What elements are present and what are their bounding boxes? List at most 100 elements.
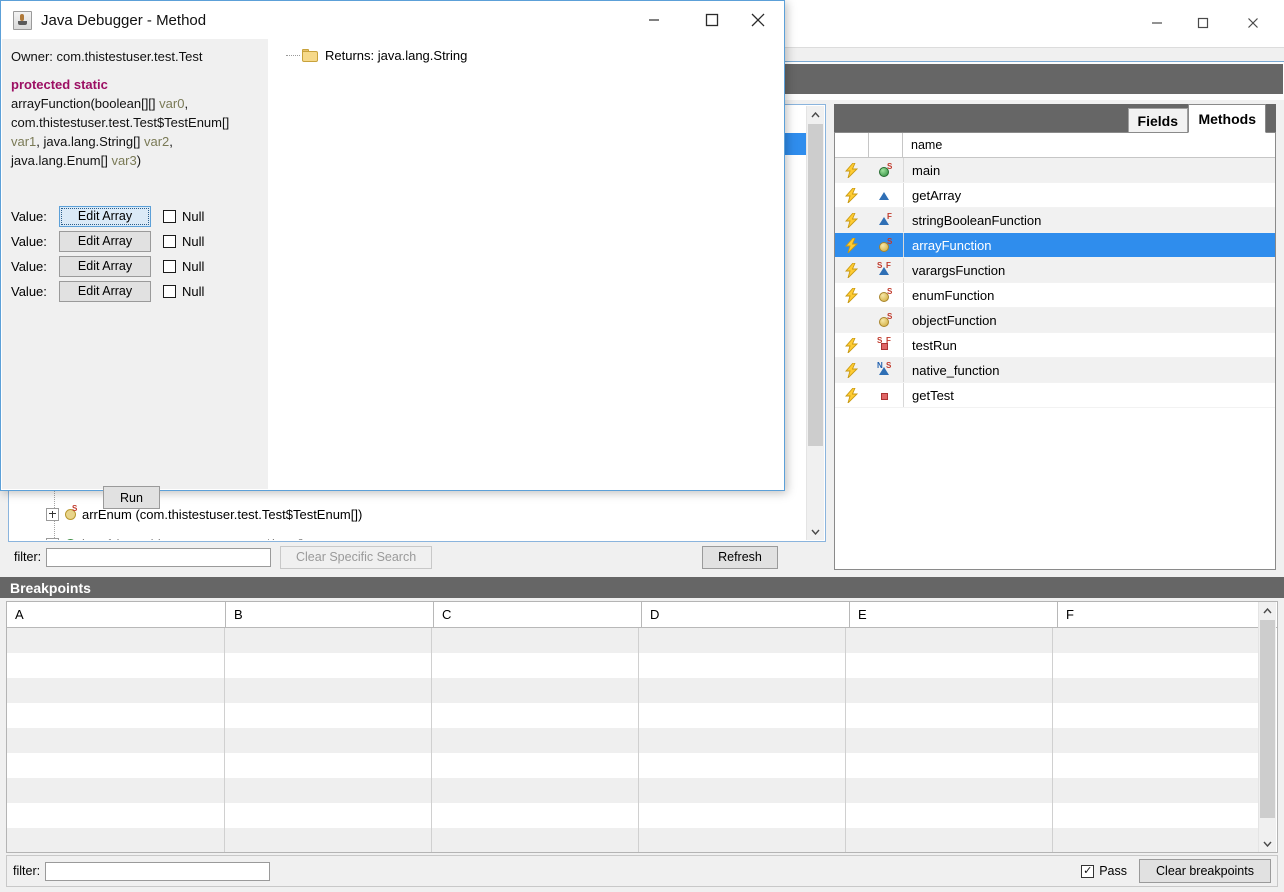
column-header[interactable]: E — [850, 602, 1058, 627]
sq-red-icon: SF — [877, 337, 895, 353]
table-cell — [432, 803, 639, 828]
table-cell — [225, 653, 432, 678]
table-cell — [7, 778, 225, 803]
table-row[interactable]: getArray — [835, 183, 1275, 208]
bolt-cell — [835, 208, 869, 232]
null-checkbox[interactable] — [163, 209, 176, 223]
methods-col-name[interactable]: name — [903, 133, 1275, 157]
edit-array-button[interactable]: Edit Array — [59, 205, 151, 227]
table-row[interactable]: S FtestRun — [835, 333, 1275, 358]
table-row[interactable]: SobjectFunction — [835, 308, 1275, 333]
edit-array-button[interactable]: Edit Array — [59, 255, 151, 277]
dialog-left-pane: Owner: com.thistestuser.test.Test protec… — [2, 39, 268, 509]
modifier-superscript: S — [877, 336, 883, 345]
table-cell — [1053, 778, 1260, 803]
column-header[interactable]: D — [642, 602, 850, 627]
table-row[interactable] — [7, 778, 1260, 803]
table-row[interactable] — [7, 803, 1260, 828]
column-header[interactable]: A — [7, 602, 226, 627]
table-row[interactable]: FstringBooleanFunction — [835, 208, 1275, 233]
column-header[interactable]: C — [434, 602, 642, 627]
table-cell — [846, 753, 1054, 778]
scroll-up-icon[interactable] — [1259, 602, 1276, 619]
table-cell — [432, 678, 639, 703]
expand-icon[interactable] — [46, 507, 59, 521]
method-name: stringBooleanFunction — [912, 212, 1042, 228]
breakpoints-section-title: Breakpoints — [0, 577, 1284, 598]
scroll-thumb[interactable] — [808, 124, 823, 446]
null-checkbox[interactable] — [163, 259, 176, 273]
lightning-bolt-icon — [844, 162, 858, 178]
scroll-down-icon[interactable] — [1259, 835, 1276, 852]
maximize-icon[interactable] — [689, 1, 735, 38]
method-signature: protected static arrayFunction(boolean[]… — [11, 75, 257, 170]
returns-tree-node[interactable]: Returns: java.lang.String — [286, 48, 467, 63]
scroll-up-icon[interactable] — [807, 106, 824, 123]
close-icon[interactable] — [735, 1, 781, 38]
table-row[interactable] — [7, 753, 1260, 778]
table-cell — [432, 778, 639, 803]
tree-item-arrEnum[interactable]: S arrEnum (com.thistestuser.test.Test$Te… — [46, 501, 362, 527]
table-row[interactable] — [7, 728, 1260, 753]
breakpoints-bottom-bar: filter: ✓ Pass Clear breakpoints — [6, 855, 1278, 887]
table-row[interactable] — [7, 828, 1260, 852]
null-checkbox[interactable] — [163, 234, 176, 248]
methods-col-bolt[interactable] — [835, 133, 869, 157]
members-tabstrip: Fields Methods — [834, 104, 1276, 133]
pass-checkbox[interactable]: ✓ — [1081, 864, 1095, 878]
run-button[interactable]: Run — [103, 486, 160, 509]
close-icon[interactable] — [1230, 0, 1276, 46]
dialog-titlebar[interactable]: Java Debugger - Method — [1, 1, 784, 39]
edit-array-button[interactable]: Edit Array — [59, 280, 151, 302]
minimize-icon[interactable] — [631, 1, 677, 38]
breakpoints-vertical-scrollbar[interactable] — [1258, 602, 1276, 852]
clear-specific-search-button[interactable]: Clear Specific Search — [280, 545, 433, 569]
scroll-thumb[interactable] — [1260, 620, 1275, 818]
expand-icon[interactable] — [46, 537, 59, 540]
column-header[interactable]: F — [1058, 602, 1266, 627]
table-row[interactable] — [7, 703, 1260, 728]
table-row[interactable]: SenumFunction — [835, 283, 1275, 308]
table-row[interactable] — [7, 653, 1260, 678]
column-header[interactable]: B — [226, 602, 434, 627]
lightning-bolt-icon — [844, 387, 858, 403]
kind-cell: S — [869, 283, 904, 307]
tree-item-label: interf (com.thistestuser.test.Test$inter… — [82, 537, 305, 541]
kind-cell: SF — [869, 333, 904, 357]
clear-breakpoints-button[interactable]: Clear breakpoints — [1139, 859, 1271, 883]
tab-fields[interactable]: Fields — [1127, 108, 1188, 133]
table-row[interactable]: getTest — [835, 383, 1275, 408]
table-cell — [639, 778, 846, 803]
table-cell — [639, 678, 846, 703]
minimize-icon[interactable] — [1134, 0, 1180, 46]
breakpoints-filter-input[interactable] — [45, 861, 271, 881]
filter-label: filter: — [14, 550, 42, 564]
pass-label: Pass — [1099, 864, 1127, 878]
table-row[interactable]: S FvarargsFunction — [835, 258, 1275, 283]
modifier-superscript: S — [887, 237, 893, 246]
modifier-superscript: F — [886, 261, 891, 270]
table-row[interactable] — [7, 628, 1260, 653]
table-row[interactable]: SarrayFunction — [835, 233, 1275, 258]
scroll-down-icon[interactable] — [807, 523, 824, 540]
table-row[interactable] — [7, 678, 1260, 703]
tree-connector — [286, 55, 300, 56]
signature-part6: java.lang.Enum[] — [11, 153, 112, 168]
tab-methods[interactable]: Methods — [1188, 104, 1266, 133]
table-cell — [225, 703, 432, 728]
table-cell — [846, 828, 1054, 852]
table-cell — [7, 828, 225, 852]
edit-array-button[interactable]: Edit Array — [59, 230, 151, 252]
methods-col-kind[interactable] — [869, 133, 903, 157]
ball-gold-icon: S — [877, 287, 895, 303]
null-checkbox[interactable] — [163, 284, 176, 298]
filter-input[interactable] — [46, 547, 272, 567]
tree-item-interf[interactable]: interf (com.thistestuser.test.Test$inter… — [46, 531, 305, 540]
table-row[interactable]: Smain — [835, 158, 1275, 183]
tree-vertical-scrollbar[interactable] — [806, 106, 824, 540]
table-cell — [432, 728, 639, 753]
table-row[interactable]: N Snative_function — [835, 358, 1275, 383]
signature-var2: var2 — [143, 134, 170, 149]
maximize-icon[interactable] — [1180, 0, 1226, 46]
refresh-button[interactable]: Refresh — [702, 545, 778, 569]
